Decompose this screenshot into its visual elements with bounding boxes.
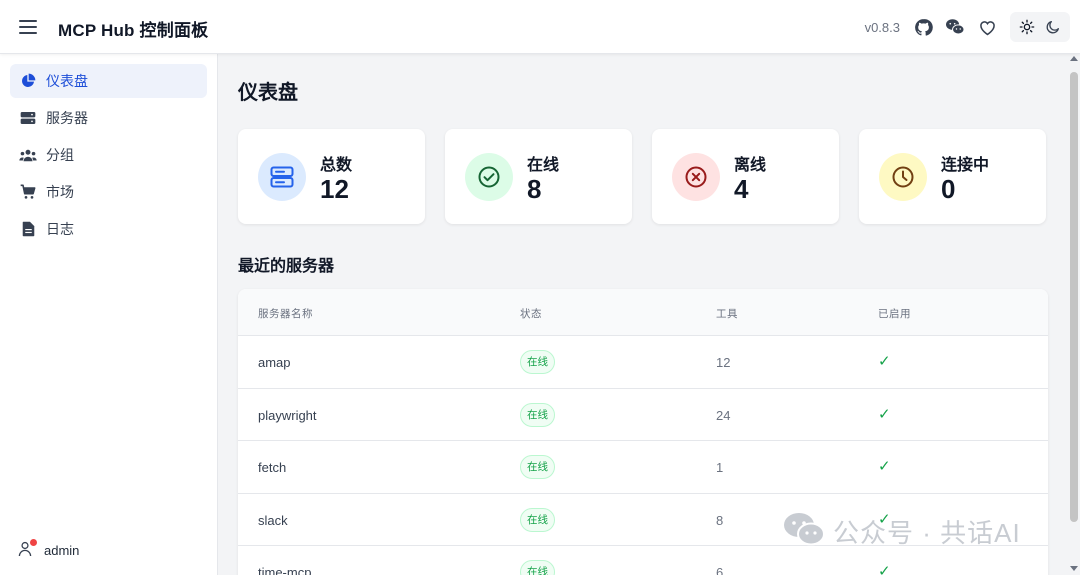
column-header-tools: 工具	[716, 308, 738, 320]
page-title: 仪表盘	[238, 82, 298, 104]
scroll-thumb[interactable]	[1070, 72, 1078, 522]
status-badge: 在线	[520, 455, 555, 479]
enabled-check-icon: ✓	[878, 458, 891, 475]
menu-icon[interactable]	[16, 15, 40, 39]
main-scrollbar[interactable]	[1068, 54, 1080, 575]
status-badge: 在线	[520, 507, 555, 532]
watermark: 公众号 · 共话AI	[783, 512, 1021, 551]
tools-count: 8	[716, 512, 724, 528]
stat-label: 在线	[527, 157, 560, 174]
github-icon[interactable]	[912, 16, 934, 38]
table-header: 服务器名称 状态 工具 已启用	[238, 289, 1048, 336]
server-name: playwright	[258, 407, 317, 423]
wechat-logo-icon	[783, 512, 825, 551]
stat-label: 连接中	[941, 157, 990, 174]
wechat-icon[interactable]	[944, 16, 966, 38]
tools-count: 6	[716, 565, 724, 575]
stat-label: 总数	[320, 157, 353, 174]
table-row[interactable]: playwright 在线 24 ✓	[238, 389, 1048, 441]
scroll-up-icon[interactable]	[1070, 56, 1078, 61]
sidebar-item-logs[interactable]: 日志	[10, 212, 207, 246]
recent-servers-title: 最近的服务器	[238, 258, 335, 275]
server-icon	[19, 109, 37, 127]
sidebar-item-label: 日志	[46, 221, 74, 237]
tools-count: 24	[716, 407, 731, 423]
moon-icon[interactable]	[1044, 18, 1062, 36]
column-header-status: 状态	[520, 308, 542, 320]
user-menu[interactable]: admin	[18, 539, 80, 559]
sidebar-item-servers[interactable]: 服务器	[10, 101, 207, 135]
sidebar-item-label: 分组	[46, 147, 74, 163]
sidebar-item-label: 仪表盘	[46, 73, 88, 89]
stat-label: 离线	[734, 157, 767, 174]
heart-icon[interactable]	[976, 16, 998, 38]
stat-value: 0	[941, 174, 956, 204]
status-badge: 在线	[520, 350, 555, 374]
cart-icon	[19, 183, 37, 201]
version-label: v0.8.3	[864, 19, 900, 35]
stat-value: 12	[320, 174, 349, 204]
tools-count: 12	[716, 355, 731, 370]
sidebar-item-label: 市场	[46, 184, 74, 200]
column-header-name: 服务器名称	[258, 308, 313, 320]
server-stack-icon	[258, 153, 306, 201]
column-header-enabled: 已启用	[878, 308, 911, 320]
enabled-check-icon: ✓	[878, 353, 891, 370]
username: admin	[44, 542, 80, 558]
stat-card-offline: 离线 4	[652, 129, 839, 224]
server-name: time-mcp	[258, 565, 312, 575]
theme-toggle	[1010, 12, 1070, 42]
stat-value: 4	[734, 174, 749, 204]
stat-card-online: 在线 8	[445, 129, 632, 224]
sidebar-item-groups[interactable]: 分组	[10, 138, 207, 172]
table-row[interactable]: fetch 在线 1 ✓	[238, 441, 1048, 494]
server-name: slack	[258, 512, 288, 528]
pie-chart-icon	[19, 72, 37, 90]
notification-dot	[30, 539, 37, 546]
status-badge: 在线	[520, 402, 555, 427]
sidebar-item-label: 服务器	[46, 110, 88, 126]
stat-cards: 总数 12 在线 8 离线 4 连接中 0	[238, 129, 1048, 224]
stat-card-total: 总数 12	[238, 129, 425, 224]
scroll-down-icon[interactable]	[1070, 566, 1078, 571]
tools-count: 1	[716, 460, 724, 475]
app-title: MCP Hub 控制面板	[58, 21, 209, 40]
server-name: fetch	[258, 460, 287, 475]
sun-icon[interactable]	[1018, 18, 1036, 36]
top-bar: MCP Hub 控制面板 v0.8.3	[0, 0, 1080, 54]
enabled-check-icon: ✓	[878, 563, 891, 575]
clock-icon	[879, 153, 927, 201]
enabled-check-icon: ✓	[878, 405, 891, 423]
server-name: amap	[258, 355, 291, 370]
stat-card-connecting: 连接中 0	[859, 129, 1046, 224]
x-circle-icon	[672, 153, 720, 201]
sidebar-item-market[interactable]: 市场	[10, 175, 207, 209]
users-icon	[19, 146, 37, 164]
stat-value: 8	[527, 174, 542, 204]
sidebar-nav: 仪表盘 服务器 分组 市场 日志	[0, 54, 217, 246]
table-row[interactable]: amap 在线 12 ✓	[238, 336, 1048, 389]
sidebar: 仪表盘 服务器 分组 市场 日志 admin	[0, 54, 218, 575]
sidebar-item-dashboard[interactable]: 仪表盘	[10, 64, 207, 98]
main-content: 仪表盘 总数 12 在线 8 离线 4 连接中 0 最近的服务器 服务器名称 状…	[218, 54, 1068, 575]
user-icon	[18, 539, 37, 559]
watermark-text: 公众号 · 共话AI	[833, 518, 1021, 548]
document-icon	[19, 220, 37, 238]
check-circle-icon	[465, 153, 513, 201]
status-badge: 在线	[520, 560, 555, 575]
